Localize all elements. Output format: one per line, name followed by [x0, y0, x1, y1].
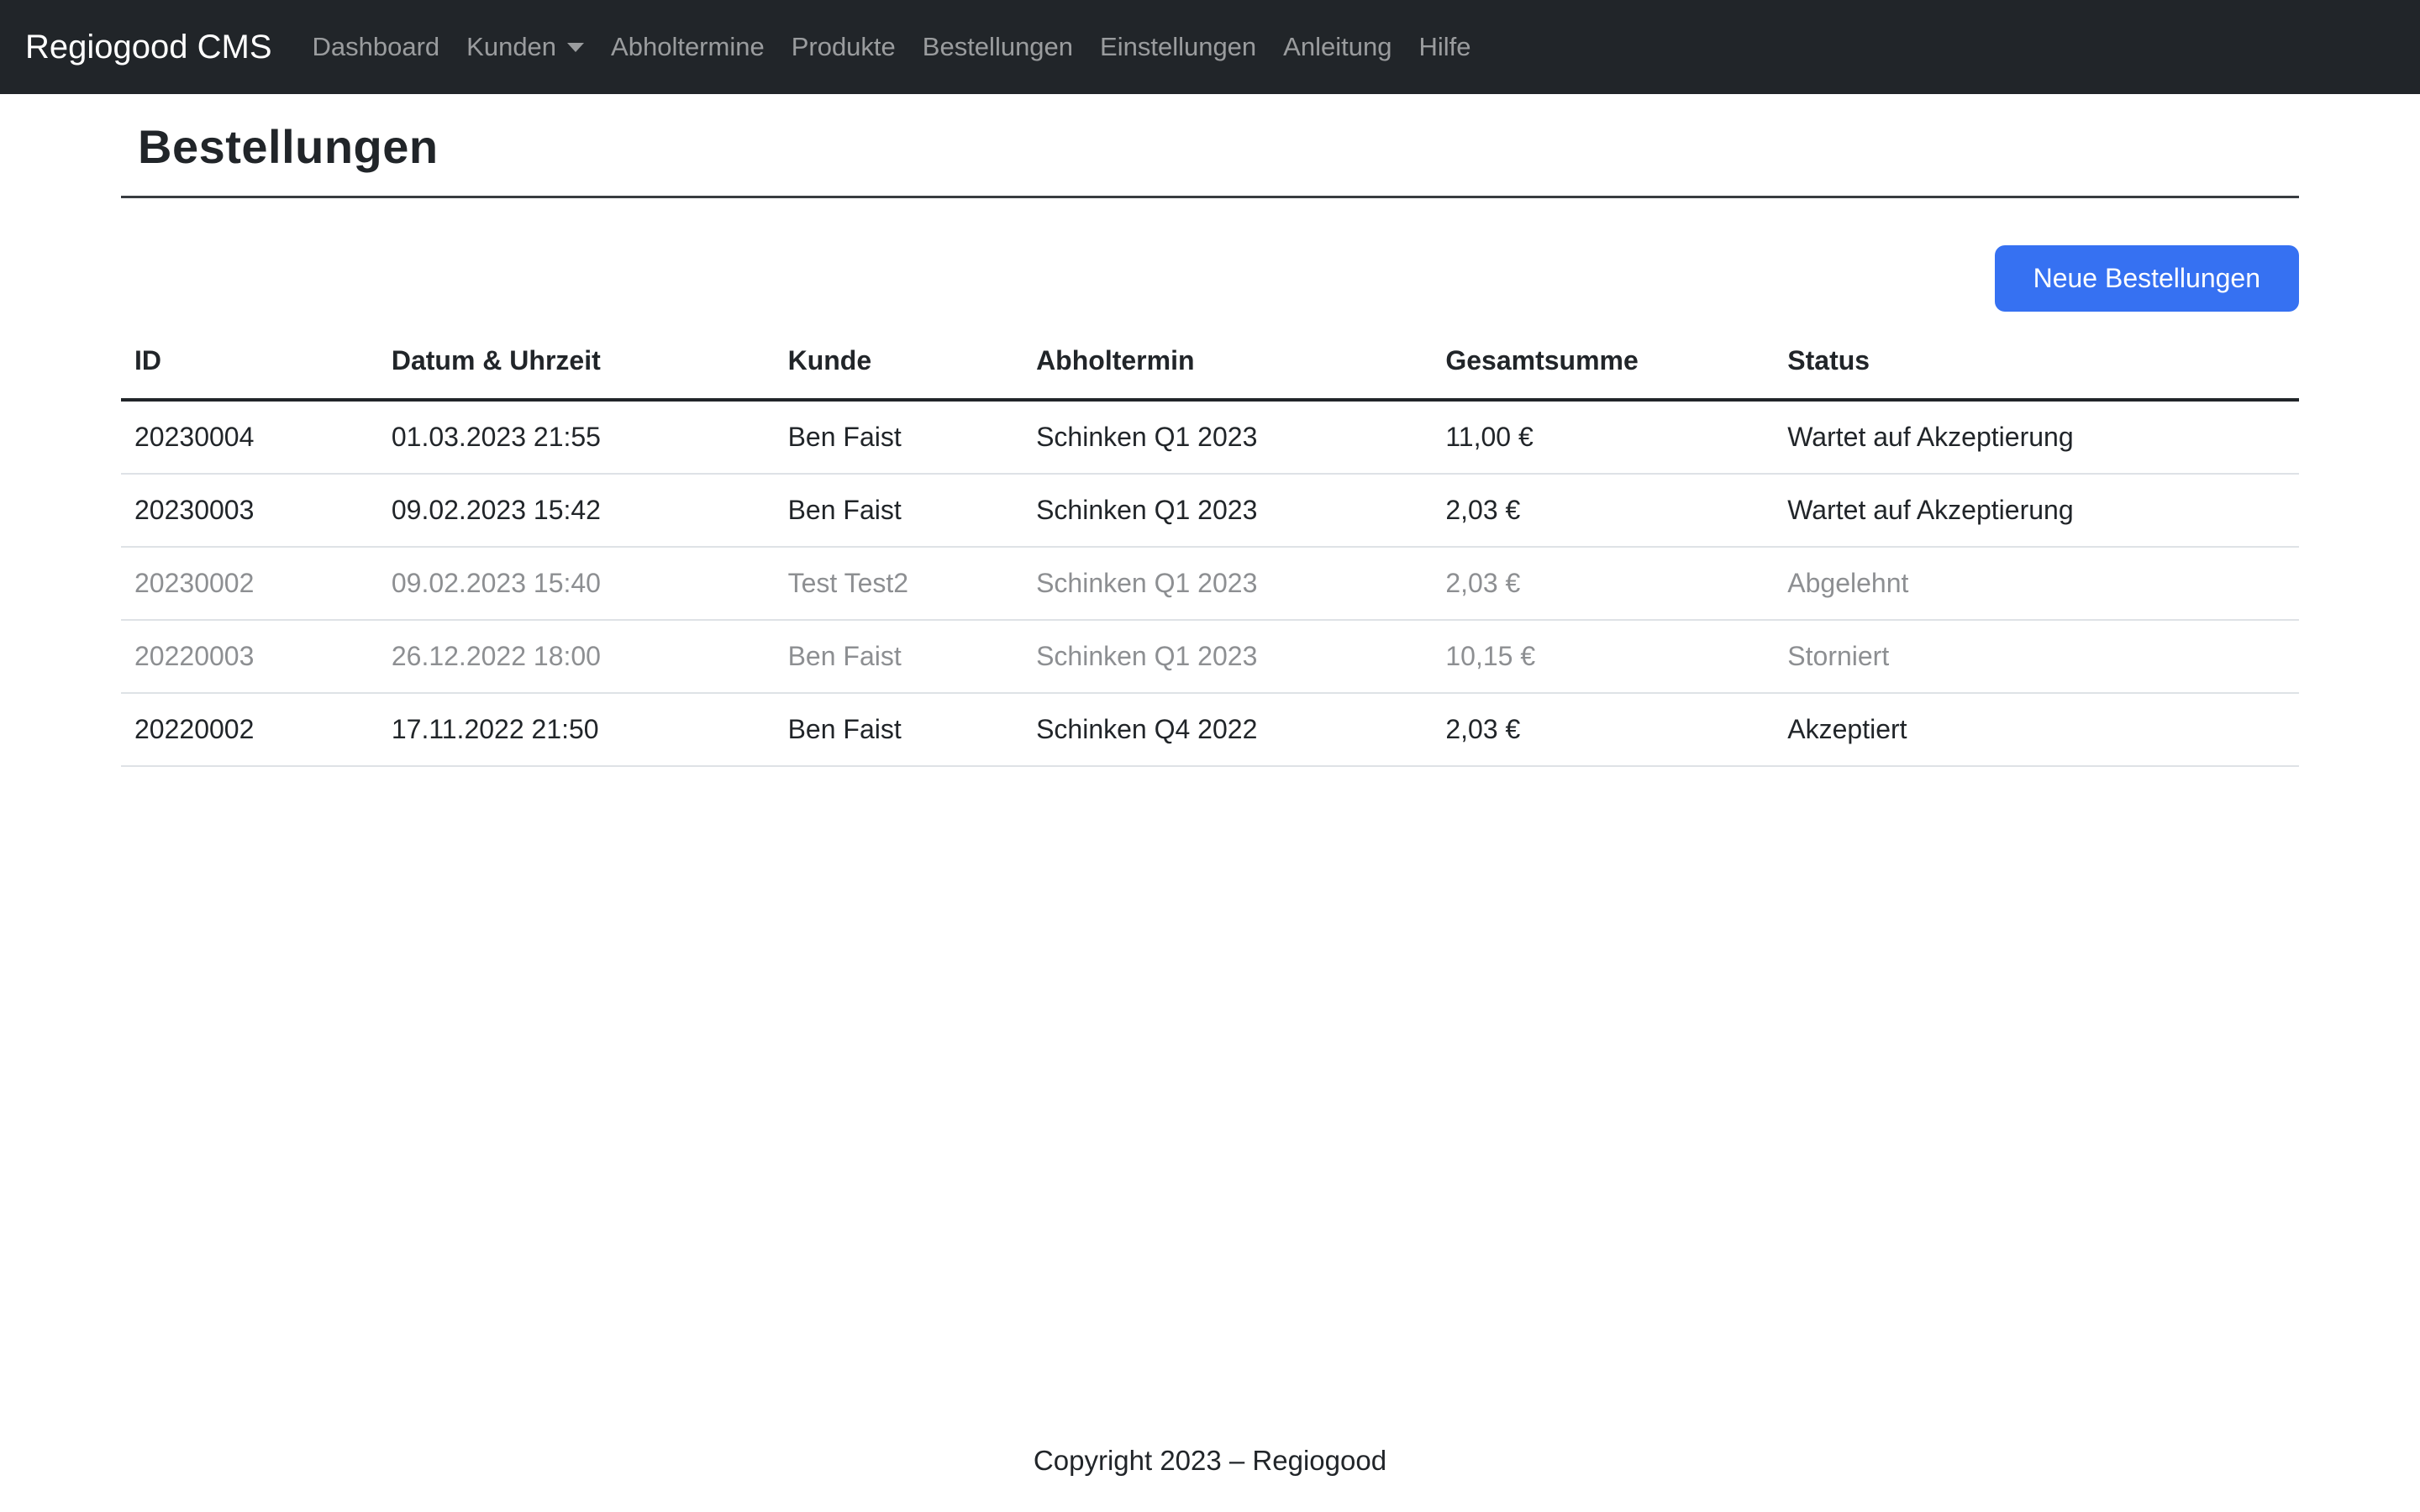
- cell-status: Akzeptiert: [1774, 693, 2299, 766]
- cell-gesamtsumme: 11,00 €: [1432, 400, 1774, 474]
- nav-item-kunden[interactable]: Kunden: [453, 32, 597, 62]
- table-header-row: ID Datum & Uhrzeit Kunde Abholtermin Ges…: [121, 330, 2299, 400]
- cell-status: Abgelehnt: [1774, 547, 2299, 620]
- cell-gesamtsumme: 10,15 €: [1432, 620, 1774, 693]
- cell-gesamtsumme: 2,03 €: [1432, 547, 1774, 620]
- nav-item-label: Produkte: [792, 32, 896, 62]
- cell-status: Wartet auf Akzeptierung: [1774, 400, 2299, 474]
- toolbar: Neue Bestellungen: [121, 245, 2299, 312]
- cell-status: Wartet auf Akzeptierung: [1774, 474, 2299, 547]
- cell-kunde: Ben Faist: [775, 693, 1023, 766]
- cell-id: 20220003: [121, 620, 378, 693]
- footer: Copyright 2023 – Regiogood: [0, 1445, 2420, 1477]
- navbar: Regiogood CMS Dashboard Kunden Abholterm…: [0, 0, 2420, 94]
- chevron-down-icon: [567, 43, 584, 52]
- table-row[interactable]: 20230003 09.02.2023 15:42 Ben Faist Schi…: [121, 474, 2299, 547]
- nav-item-label: Einstellungen: [1100, 32, 1256, 62]
- nav-item-bestellungen[interactable]: Bestellungen: [909, 32, 1086, 62]
- cell-datetime: 17.11.2022 21:50: [378, 693, 775, 766]
- nav-item-produkte[interactable]: Produkte: [778, 32, 909, 62]
- column-header-kunde: Kunde: [775, 330, 1023, 400]
- cell-datetime: 26.12.2022 18:00: [378, 620, 775, 693]
- cell-datetime: 09.02.2023 15:42: [378, 474, 775, 547]
- cell-kunde: Ben Faist: [775, 620, 1023, 693]
- cell-id: 20230002: [121, 547, 378, 620]
- nav-item-anleitung[interactable]: Anleitung: [1270, 32, 1405, 62]
- cell-gesamtsumme: 2,03 €: [1432, 474, 1774, 547]
- main-content: Bestellungen Neue Bestellungen ID Datum …: [121, 119, 2299, 767]
- title-divider: [121, 196, 2299, 198]
- cell-kunde: Ben Faist: [775, 400, 1023, 474]
- cell-datetime: 01.03.2023 21:55: [378, 400, 775, 474]
- cell-abholtermin: Schinken Q1 2023: [1023, 400, 1432, 474]
- cell-id: 20220002: [121, 693, 378, 766]
- nav-item-abholtermine[interactable]: Abholtermine: [597, 32, 778, 62]
- cell-abholtermin: Schinken Q1 2023: [1023, 620, 1432, 693]
- cell-abholtermin: Schinken Q1 2023: [1023, 474, 1432, 547]
- column-header-id: ID: [121, 330, 378, 400]
- cell-status: Storniert: [1774, 620, 2299, 693]
- orders-table: ID Datum & Uhrzeit Kunde Abholtermin Ges…: [121, 330, 2299, 767]
- cell-id: 20230004: [121, 400, 378, 474]
- nav-item-einstellungen[interactable]: Einstellungen: [1086, 32, 1270, 62]
- table-row[interactable]: 20220002 17.11.2022 21:50 Ben Faist Schi…: [121, 693, 2299, 766]
- column-header-datetime: Datum & Uhrzeit: [378, 330, 775, 400]
- cell-gesamtsumme: 2,03 €: [1432, 693, 1774, 766]
- cell-id: 20230003: [121, 474, 378, 547]
- cell-datetime: 09.02.2023 15:40: [378, 547, 775, 620]
- nav-item-dashboard[interactable]: Dashboard: [299, 32, 454, 62]
- column-header-gesamtsumme: Gesamtsumme: [1432, 330, 1774, 400]
- cell-abholtermin: Schinken Q1 2023: [1023, 547, 1432, 620]
- page-title: Bestellungen: [138, 119, 2299, 174]
- nav-item-label: Dashboard: [313, 32, 440, 62]
- nav-item-label: Bestellungen: [923, 32, 1073, 62]
- cell-abholtermin: Schinken Q4 2022: [1023, 693, 1432, 766]
- nav-item-label: Hilfe: [1418, 32, 1470, 62]
- cell-kunde: Ben Faist: [775, 474, 1023, 547]
- table-row[interactable]: 20230004 01.03.2023 21:55 Ben Faist Schi…: [121, 400, 2299, 474]
- column-header-abholtermin: Abholtermin: [1023, 330, 1432, 400]
- nav-item-label: Abholtermine: [611, 32, 765, 62]
- table-row[interactable]: 20230002 09.02.2023 15:40 Test Test2 Sch…: [121, 547, 2299, 620]
- brand[interactable]: Regiogood CMS: [25, 29, 272, 66]
- cell-kunde: Test Test2: [775, 547, 1023, 620]
- column-header-status: Status: [1774, 330, 2299, 400]
- copyright-text: Copyright 2023 – Regiogood: [1034, 1445, 1386, 1476]
- nav-item-hilfe[interactable]: Hilfe: [1405, 32, 1484, 62]
- new-orders-button[interactable]: Neue Bestellungen: [1995, 245, 2299, 312]
- nav-item-label: Anleitung: [1283, 32, 1392, 62]
- nav-list: Dashboard Kunden Abholtermine Produkte B…: [299, 32, 1485, 62]
- table-row[interactable]: 20220003 26.12.2022 18:00 Ben Faist Schi…: [121, 620, 2299, 693]
- nav-item-label: Kunden: [466, 32, 556, 62]
